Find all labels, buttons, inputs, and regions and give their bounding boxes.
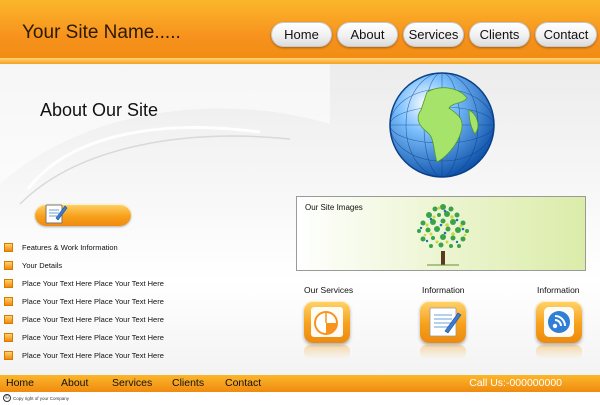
page-title: About Our Site: [40, 100, 159, 120]
globe-icon: [389, 72, 495, 178]
notepad-pencil-icon: [45, 204, 68, 224]
copyright-text: Copy right of your Company: [13, 395, 70, 401]
background-swoosh: [0, 64, 330, 205]
nav-about-button[interactable]: About: [337, 22, 398, 47]
footer-home-link[interactable]: Home: [6, 377, 61, 389]
icon-reflection: [536, 345, 582, 359]
pie-chart-icon: [311, 307, 343, 337]
footer-clients-link[interactable]: Clients: [172, 377, 225, 389]
bullet-icon: [4, 278, 13, 288]
footer-contact-link[interactable]: Contact: [225, 377, 261, 389]
footer-services-link[interactable]: Services: [112, 377, 172, 389]
information-label-2: Information: [537, 285, 580, 295]
footer-bar: Home About Services Clients Contact Call…: [0, 375, 600, 392]
bullet-icon: [4, 260, 13, 270]
tree-icon: [417, 204, 469, 266]
bullet-icon: [4, 332, 13, 342]
copyright-icon: ©: [3, 394, 11, 402]
bullet-icon: [4, 350, 13, 360]
list-item[interactable]: Place Your Text Here Place Your Text Her…: [4, 310, 164, 328]
header-bar: Your Site Name..... Home About Services …: [0, 0, 600, 64]
list-item[interactable]: Features & Work Information: [4, 238, 164, 256]
list-item[interactable]: Your Details: [4, 256, 164, 274]
copyright: © Copy right of your Company: [3, 394, 69, 402]
icon-reflection: [420, 345, 466, 359]
features-list: Features & Work Information Your Details…: [4, 238, 164, 364]
site-images-panel[interactable]: Our Site Images: [296, 196, 586, 271]
our-services-label: Our Services: [304, 285, 354, 295]
footer-about-link[interactable]: About: [61, 377, 112, 389]
site-name[interactable]: Your Site Name.....: [22, 22, 181, 44]
nav-services-button[interactable]: Services: [403, 22, 464, 47]
signal-icon: [544, 307, 574, 337]
nav-contact-button[interactable]: Contact: [535, 22, 597, 47]
call-us-text: Call Us:-000000000: [469, 377, 562, 389]
list-item[interactable]: Place Your Text Here Place Your Text Her…: [4, 274, 164, 292]
services-button[interactable]: [304, 301, 350, 343]
information-label-1: Information: [422, 285, 465, 295]
images-title: Our Site Images: [305, 203, 363, 212]
list-item[interactable]: Place Your Text Here Place Your Text Her…: [4, 292, 164, 310]
list-item[interactable]: Place Your Text Here Place Your Text Her…: [4, 328, 164, 346]
information-button-2[interactable]: [536, 301, 582, 343]
nav-home-button[interactable]: Home: [271, 22, 332, 47]
list-item[interactable]: Place Your Text Here Place Your Text Her…: [4, 346, 164, 364]
bullet-icon: [4, 242, 13, 252]
footer-nav: Home About Services Clients Contact: [6, 377, 261, 389]
bullet-icon: [4, 296, 13, 306]
bullet-icon: [4, 314, 13, 324]
icon-reflection: [304, 345, 350, 359]
nav-clients-button[interactable]: Clients: [469, 22, 530, 47]
information-button-1[interactable]: [420, 301, 466, 343]
notepad-pencil-icon: [429, 307, 462, 337]
main-nav: Home About Services Clients Contact: [271, 22, 597, 47]
